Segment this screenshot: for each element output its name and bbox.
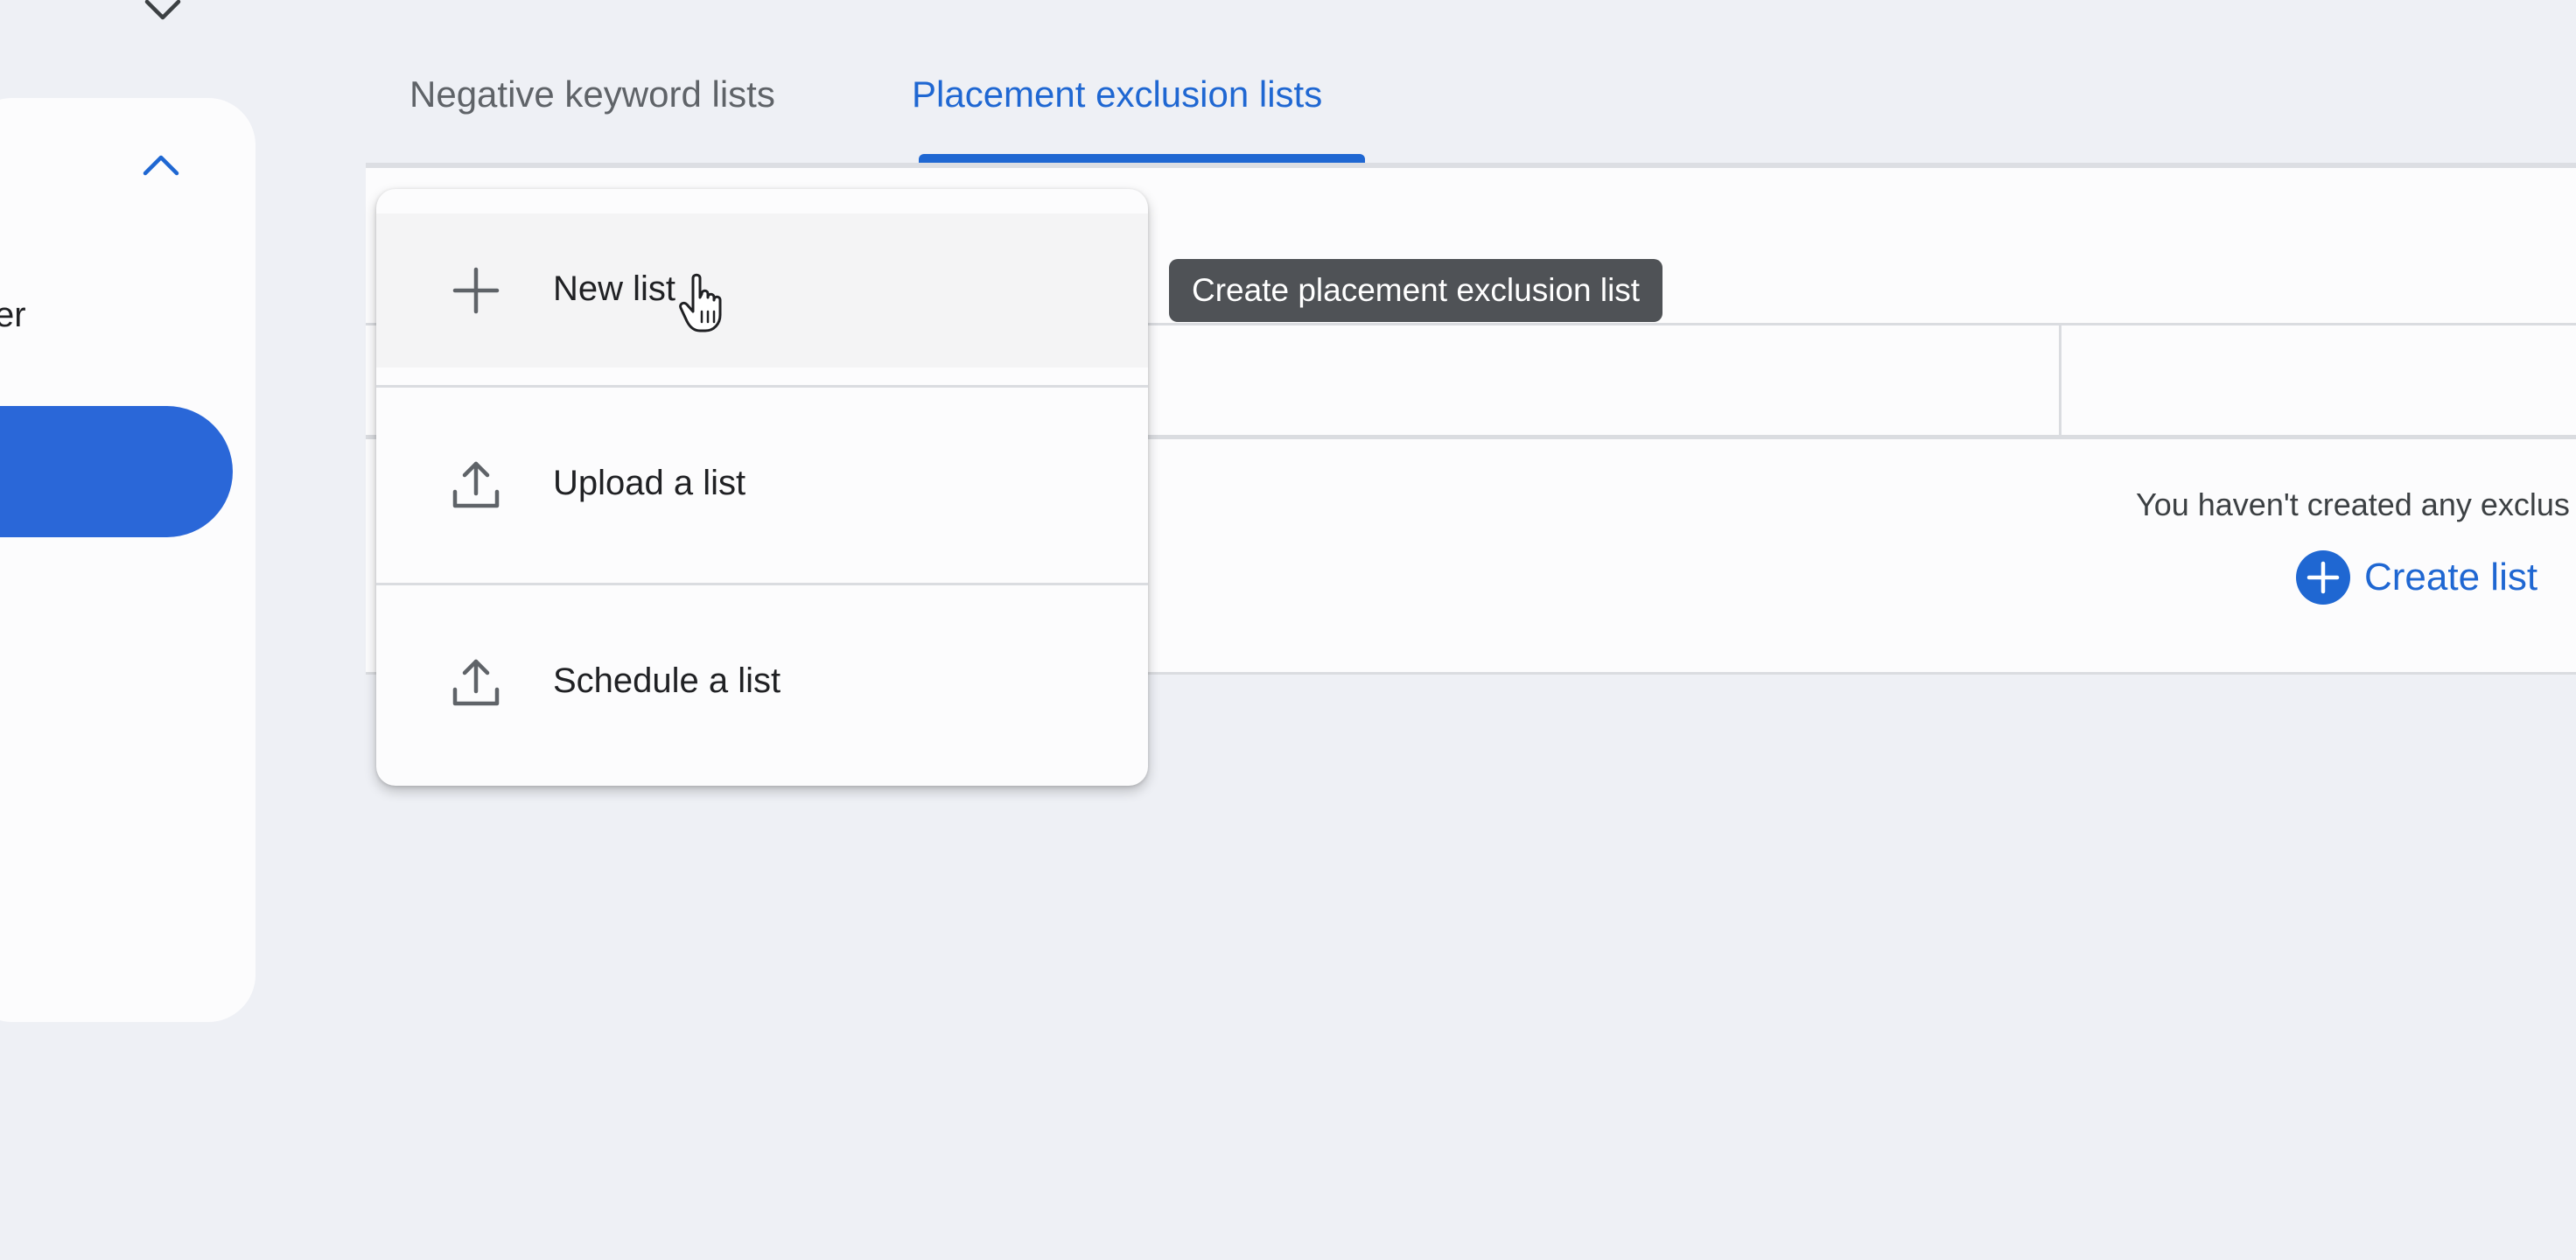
sidebar-item-label: er [0, 296, 26, 334]
tooltip: Create placement exclusion list [1169, 259, 1663, 322]
upload-icon [450, 458, 502, 511]
menu-item-label: New list [553, 270, 676, 308]
add-circle-icon [2296, 550, 2350, 605]
create-list-button[interactable]: Create list [2296, 550, 2538, 606]
menu-item-upload-list[interactable]: Upload a list [376, 408, 1148, 562]
menu-item-schedule-list[interactable]: Schedule a list [376, 606, 1148, 760]
tab-negative-keyword-lists[interactable]: Negative keyword lists [410, 74, 775, 116]
create-list-label: Create list [2364, 556, 2538, 598]
empty-state-message: You haven't created any exclus [2136, 486, 2570, 522]
menu-item-new-list[interactable]: New list [376, 214, 1148, 368]
sidebar-primary-button[interactable] [0, 406, 233, 537]
menu-divider [376, 385, 1148, 388]
chevron-down-icon[interactable] [142, 0, 184, 32]
chevron-up-icon[interactable] [140, 145, 182, 180]
sidebar-card [0, 98, 256, 1022]
table-column-divider [2059, 326, 2062, 435]
hand-cursor-icon [677, 271, 733, 334]
active-tab-indicator [919, 154, 1365, 163]
menu-divider [376, 583, 1148, 585]
menu-item-label: Schedule a list [553, 662, 781, 700]
tab-placement-exclusion-lists[interactable]: Placement exclusion lists [912, 74, 1322, 116]
menu-item-label: Upload a list [553, 464, 746, 502]
upload-icon [450, 656, 502, 709]
new-list-menu: New list Upload a list Schedule a list [376, 189, 1148, 786]
plus-icon [450, 264, 502, 317]
